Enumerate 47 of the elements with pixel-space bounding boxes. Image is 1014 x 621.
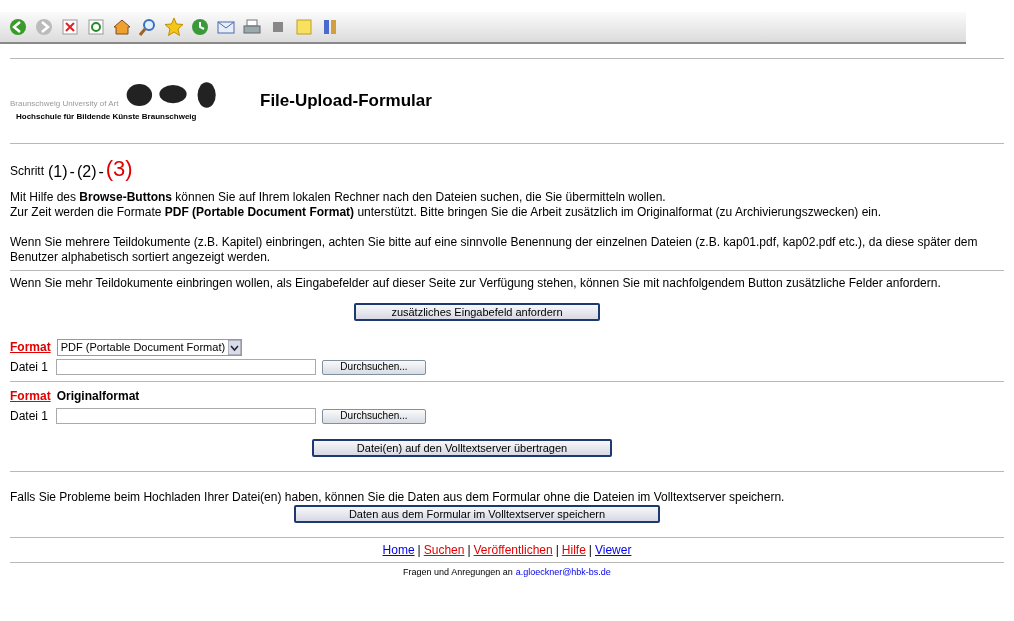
file-label: Datei 1 bbox=[10, 359, 50, 376]
format-label: Format bbox=[10, 339, 51, 356]
logo-caption: Braunschweig University of Art bbox=[10, 98, 119, 110]
nav-link[interactable]: Hilfe bbox=[561, 541, 586, 559]
nav-separator: | bbox=[467, 542, 471, 559]
browse-button[interactable]: Durchsuchen... bbox=[322, 359, 426, 375]
intro-text: Zur Zeit werden die Formate PDF (Portable Document Format) unterstützt. Bitte bringen Sie die Arbeit zusätzlich im Originalformat (zu Archivierungszwecken) ein. bbox=[10, 205, 882, 220]
upload-button[interactable]: Datei(en) auf den Volltextserver übertragen bbox=[312, 439, 612, 457]
format-label: Format bbox=[10, 388, 51, 405]
nav-link[interactable]: Veröffentlichen bbox=[473, 541, 553, 559]
file-label: Datei 1 bbox=[10, 408, 50, 425]
page-title: File-Upload-Formular bbox=[260, 90, 432, 113]
contact-email-link[interactable]: a.gloeckner@hbk-bs.de bbox=[515, 566, 611, 580]
back-icon[interactable] bbox=[8, 17, 28, 37]
intro-text: Mit Hilfe des Browse-Buttons können Sie auf Ihrem lokalen Rechner nach den Dateien suchen, die Sie übermitteln wollen. bbox=[10, 190, 667, 205]
search-icon[interactable] bbox=[138, 17, 158, 37]
step-indicator: (3) bbox=[105, 158, 133, 180]
more-fields-note: Wenn Sie mehr Teildokumente einbringen wollen, als Eingabefelder auf dieser Seite zur Verfügung stehen, können Sie mit nachfolgendem Button zusätzliche Felder anfordern. bbox=[10, 276, 942, 291]
nav-link[interactable]: Suchen bbox=[423, 541, 465, 559]
printer-icon[interactable] bbox=[242, 17, 262, 37]
logo-name: Hochschule für Bildende Künste Braunschweig bbox=[16, 111, 197, 123]
file-field[interactable] bbox=[56, 359, 316, 375]
save-form-button[interactable]: Daten aus dem Formular im Volltextserver speichern bbox=[294, 505, 660, 523]
forward-icon[interactable] bbox=[34, 17, 54, 37]
format-value: Originalformat bbox=[56, 388, 140, 405]
nav-separator: | bbox=[417, 542, 421, 559]
step-indicator: (1) bbox=[48, 164, 68, 180]
step-indicator: - bbox=[98, 164, 104, 180]
browse-button[interactable]: Durchsuchen... bbox=[322, 408, 426, 424]
close-icon[interactable] bbox=[60, 17, 80, 37]
contact-text: Fragen und Anregungen an bbox=[403, 566, 513, 579]
nav-link[interactable]: Home bbox=[382, 541, 415, 559]
file-field[interactable] bbox=[56, 408, 316, 424]
problem-note: Falls Sie Probleme beim Hochladen Ihrer Datei(en) haben, können Sie die Daten aus dem Formular ohne die Dateien im Volltextserver speichern. bbox=[10, 490, 786, 505]
step-indicator: - bbox=[69, 164, 75, 180]
format-select[interactable]: PDF (Portable Document Format) bbox=[56, 338, 243, 356]
add-field-button[interactable]: zusätzliches Eingabefeld anfordern bbox=[354, 303, 600, 321]
step-label: Schritt bbox=[10, 163, 44, 180]
dropdown-arrow-icon bbox=[228, 339, 242, 355]
naming-note: Wenn Sie mehrere Teildokumente (z.B. Kapitel) einbringen, achten Sie bitte auf eine sinnvolle Benennung der einzelnen Dateien (z.B. kap01.pdf, kap02.pdf etc.), da diese später dem Benutzer alphabetisch sortiert angezeigt werden. bbox=[10, 235, 979, 265]
home-icon[interactable] bbox=[112, 17, 132, 37]
step-indicator: (2) bbox=[76, 164, 97, 180]
star-icon[interactable] bbox=[164, 17, 184, 37]
nav-separator: | bbox=[555, 542, 559, 559]
nav-separator: | bbox=[588, 542, 592, 559]
nav-link[interactable]: Viewer bbox=[594, 541, 632, 559]
history-icon[interactable] bbox=[190, 17, 210, 37]
